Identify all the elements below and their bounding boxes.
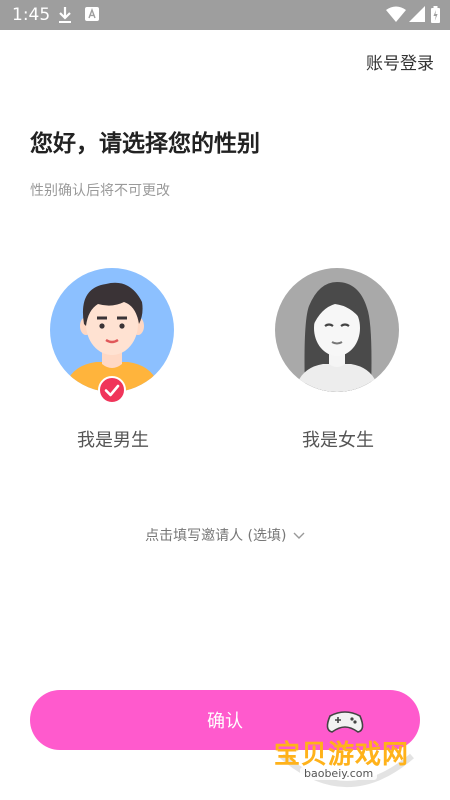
gender-option-female[interactable]: 我是女生 — [275, 268, 401, 458]
watermark-url: baobeiy.com — [300, 767, 378, 780]
status-time: 1:45 — [12, 5, 51, 25]
status-bar: 1:45 — [0, 0, 450, 30]
page-title: 您好，请选择您的性别 — [30, 131, 260, 157]
a-icon — [85, 7, 99, 21]
female-avatar — [275, 268, 399, 392]
account-login-link[interactable]: 账号登录 — [366, 49, 434, 74]
female-label: 我是女生 — [302, 430, 374, 451]
male-avatar — [50, 268, 174, 392]
signal-icon — [409, 6, 425, 22]
gamepad-icon — [326, 711, 364, 733]
gender-option-male[interactable]: 我是男生 — [50, 268, 176, 458]
inviter-link-label: 点击填写邀请人 (选填) — [145, 528, 287, 544]
selected-check-icon — [98, 376, 126, 404]
watermark: 宝贝游戏网 baobeiy.com — [272, 706, 422, 796]
wifi-icon — [386, 6, 406, 22]
page-subtitle: 性别确认后将不可更改 — [30, 183, 170, 199]
inviter-link[interactable]: 点击填写邀请人 (选填) — [0, 525, 450, 545]
download-icon — [59, 7, 71, 23]
watermark-text: 宝贝游戏网 — [274, 740, 410, 770]
male-label: 我是男生 — [77, 430, 149, 451]
chevron-down-icon — [293, 532, 305, 539]
battery-icon — [431, 6, 440, 23]
